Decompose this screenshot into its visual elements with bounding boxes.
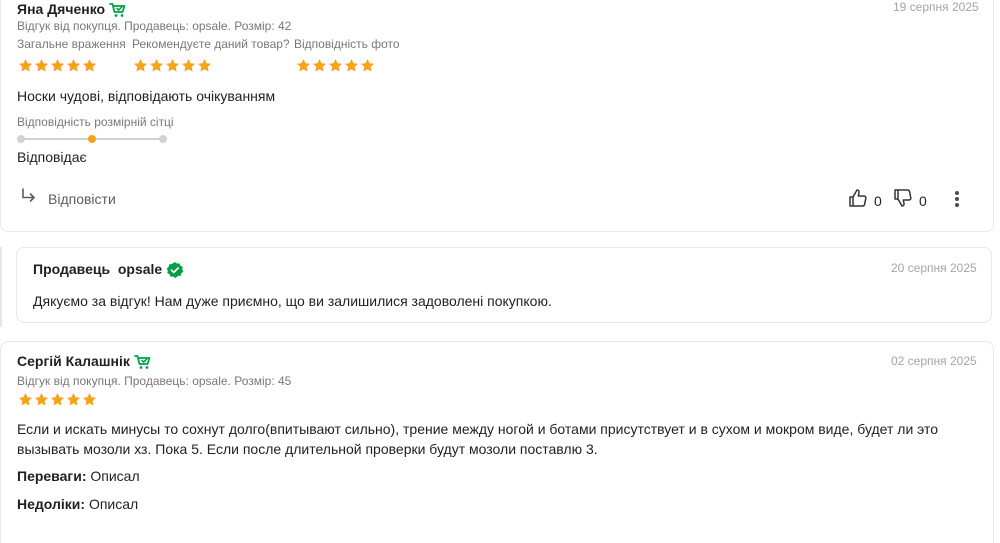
seller-reply-date: 20 серпня 2025 bbox=[891, 261, 977, 275]
reply-thread-line bbox=[0, 247, 2, 327]
pros-value: Описал bbox=[90, 468, 140, 484]
size-fit-label: Відповідність розмірній сітці bbox=[17, 115, 174, 129]
size-fit-dot-large bbox=[159, 135, 167, 143]
review-author: Сергій Калашнік bbox=[17, 353, 152, 371]
rating-stars-overall bbox=[18, 58, 97, 73]
star-icon bbox=[197, 58, 212, 72]
star-icon bbox=[18, 58, 33, 72]
review-date: 19 серпня 2025 bbox=[893, 0, 979, 14]
seller-reply-wrapper bbox=[0, 247, 994, 327]
star-icon bbox=[360, 58, 375, 72]
review-date: 02 серпня 2025 bbox=[891, 354, 977, 368]
dislike-button[interactable]: 0 bbox=[893, 188, 927, 213]
size-fit-dot-active bbox=[88, 135, 96, 143]
rating-stars-recommend bbox=[133, 58, 212, 73]
star-icon bbox=[312, 58, 327, 72]
star-icon bbox=[50, 392, 65, 406]
review-meta: Відгук від покупця. Продавець: opsale. Р… bbox=[17, 374, 292, 388]
seller-reply-card bbox=[16, 247, 992, 323]
seller-name: opsale bbox=[117, 261, 163, 277]
star-icon bbox=[165, 58, 180, 72]
star-icon bbox=[66, 392, 81, 406]
star-icon bbox=[181, 58, 196, 72]
seller-reply-author: Продавець opsale bbox=[33, 261, 184, 279]
star-icon bbox=[34, 392, 49, 406]
buyer-cart-icon bbox=[109, 1, 127, 19]
rating-stars bbox=[18, 392, 97, 407]
star-icon bbox=[18, 392, 33, 406]
rating-label-overall: Загальне враження bbox=[17, 37, 126, 51]
rating-stars-photo bbox=[296, 58, 375, 73]
cons-value: Описал bbox=[88, 496, 139, 512]
star-icon bbox=[66, 58, 81, 72]
size-fit-scale bbox=[17, 135, 167, 143]
pros-label: Переваги: bbox=[17, 468, 87, 484]
rating-label-photo: Відповідність фото bbox=[294, 37, 400, 51]
reply-label: Відповісти bbox=[48, 190, 116, 207]
thumb-down-icon bbox=[893, 188, 913, 213]
size-fit-value: Відповідає bbox=[17, 149, 87, 165]
star-icon bbox=[344, 58, 359, 72]
cons-label: Недоліки: bbox=[17, 496, 86, 512]
star-icon bbox=[82, 392, 97, 406]
review-text: Если и искать минусы то сохнут долго(впи… bbox=[17, 419, 977, 459]
star-icon bbox=[34, 58, 49, 72]
star-icon bbox=[328, 58, 343, 72]
reply-arrow-icon bbox=[20, 187, 38, 210]
more-options-icon[interactable] bbox=[951, 190, 963, 210]
review-text: Носки чудові, відповідають очікуванням bbox=[17, 88, 276, 104]
star-icon bbox=[50, 58, 65, 72]
star-icon bbox=[82, 58, 97, 72]
rating-label-recommend: Рекомендуєте даний товар? bbox=[132, 37, 290, 51]
star-icon bbox=[133, 58, 148, 72]
thumb-up-icon bbox=[848, 188, 868, 213]
review-text-line: вызывать мозоли хз. Пока 5. Если после д… bbox=[17, 441, 598, 457]
verified-badge-icon bbox=[166, 261, 184, 279]
like-button[interactable]: 0 bbox=[848, 188, 882, 213]
review-pros: Переваги: Описал bbox=[17, 466, 140, 486]
seller-reply-text: Дякуємо за відгук! Нам дуже приємно, що … bbox=[33, 293, 552, 309]
like-count: 0 bbox=[874, 192, 882, 209]
size-fit-dot-small bbox=[17, 135, 25, 143]
review-text-line: Если и искать минусы то сохнут долго(впи… bbox=[17, 421, 939, 437]
dislike-count: 0 bbox=[919, 192, 927, 209]
review-author: Яна Дяченко bbox=[17, 1, 127, 19]
star-icon bbox=[296, 58, 311, 72]
review-meta: Відгук від покупця. Продавець: opsale. Р… bbox=[17, 19, 292, 33]
star-icon bbox=[149, 58, 164, 72]
buyer-cart-icon bbox=[133, 353, 152, 371]
reply-button[interactable]: Відповісти bbox=[20, 187, 116, 210]
review-cons: Недоліки: Описал bbox=[17, 494, 138, 514]
